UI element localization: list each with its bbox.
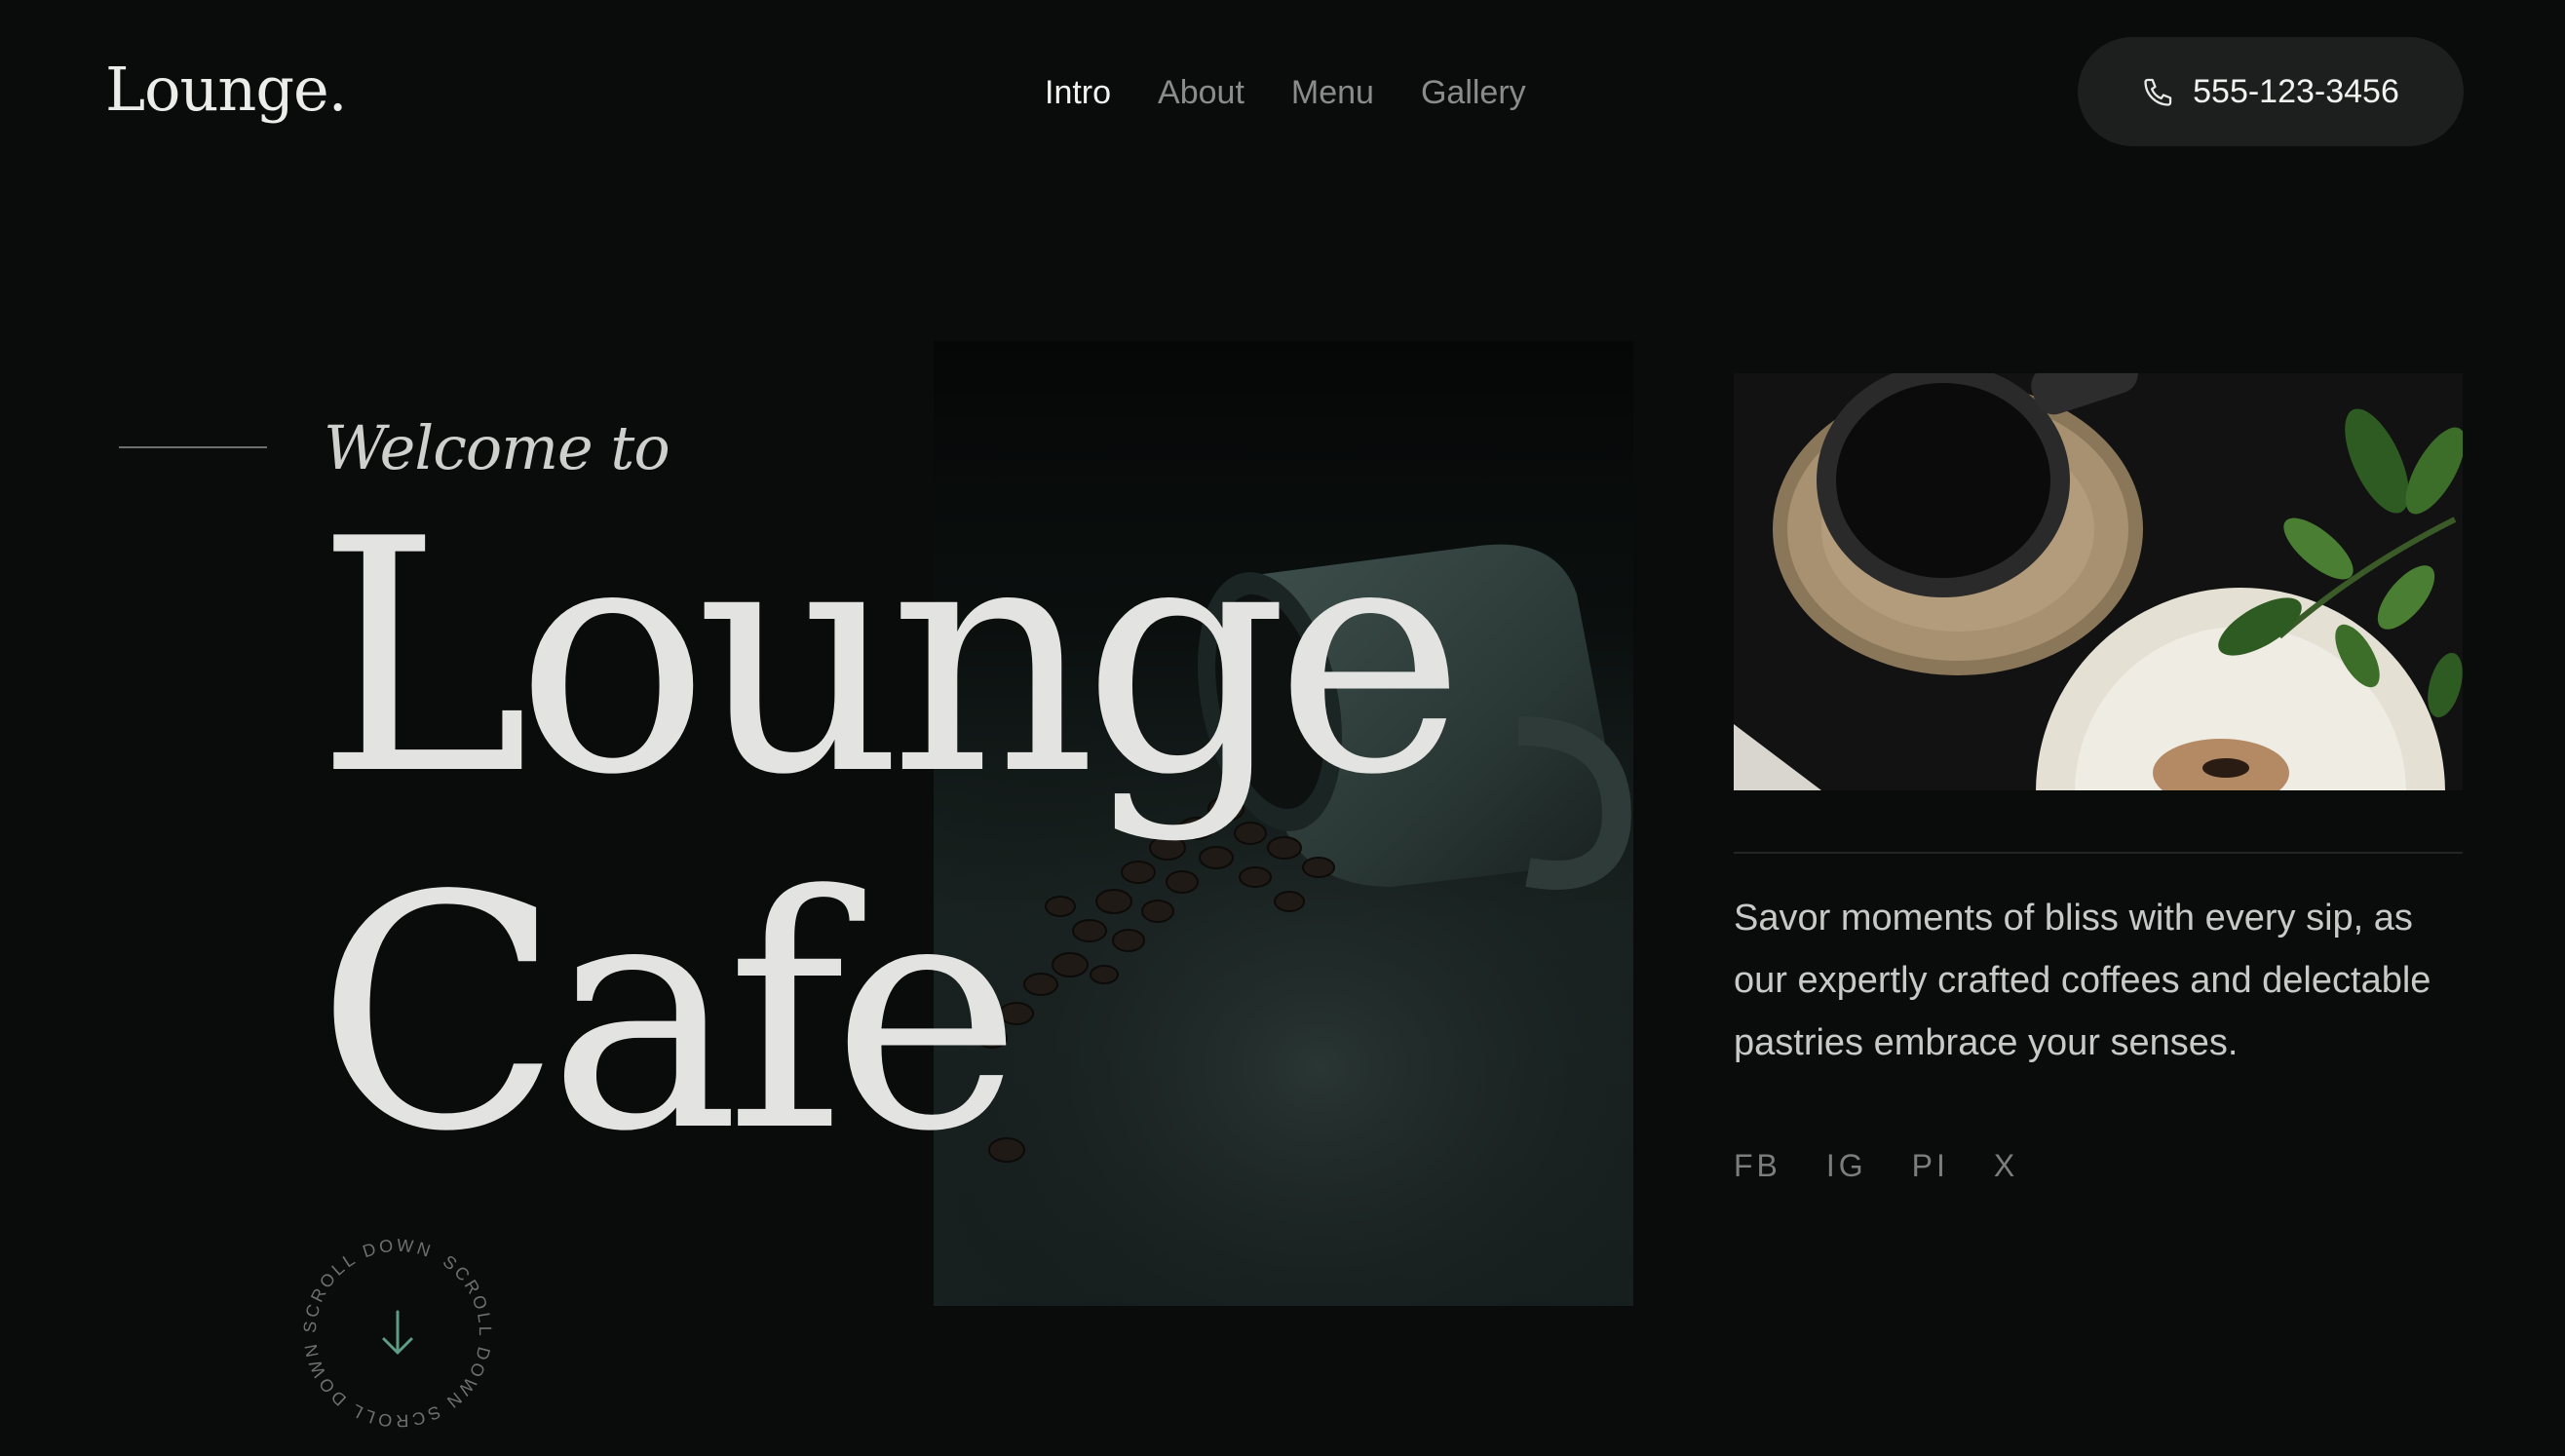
scroll-label-3: SCROLL DOWN — [300, 1340, 440, 1431]
arrow-down-icon — [382, 1310, 413, 1355]
tagline: Savor moments of bliss with every sip, a… — [1734, 898, 2431, 1063]
phone-icon — [2144, 78, 2172, 106]
social-link-instagram[interactable]: IG — [1826, 1148, 1867, 1184]
scroll-label-1: SCROLL DOWN — [300, 1236, 433, 1334]
scroll-down-badge: SCROLL DOWN SCROLL DOWN SCROLL DOWN — [300, 1236, 495, 1432]
scroll-down-button[interactable]: SCROLL DOWN SCROLL DOWN SCROLL DOWN — [300, 1236, 495, 1432]
scroll-down-ring-text-3: SCROLL DOWN — [300, 1340, 443, 1431]
scroll-label-2: SCROLL DOWN — [440, 1251, 492, 1413]
social-links: FB IG PI X — [1734, 1148, 2018, 1184]
nav-link-intro[interactable]: Intro — [1045, 68, 1111, 117]
phone-number: 555-123-3456 — [2193, 72, 2399, 110]
welcome-divider — [119, 446, 267, 448]
main-nav: Intro About Menu Gallery — [1045, 68, 1526, 117]
landing-page: Lounge. Intro About Menu Gallery 555-123… — [0, 0, 2565, 1456]
scroll-down-ring-text: SCROLL DOWN — [300, 1236, 436, 1333]
side-divider — [1734, 852, 2463, 854]
hero-title-line-1: Lounge — [316, 471, 1465, 845]
social-link-pinterest[interactable]: PI — [1912, 1148, 1949, 1184]
social-link-x[interactable]: X — [1994, 1148, 2018, 1184]
scroll-down-ring-text-2: SCROLL DOWN — [440, 1251, 495, 1413]
nav-link-menu[interactable]: Menu — [1291, 68, 1374, 117]
side-photo — [1734, 373, 2463, 790]
logo[interactable]: Lounge. — [105, 51, 347, 129]
hero-title-line-2: Cafe — [316, 827, 1022, 1202]
social-link-facebook[interactable]: FB — [1734, 1148, 1781, 1184]
coffee-pastry-illustration — [1734, 373, 2463, 790]
nav-link-about[interactable]: About — [1158, 68, 1244, 117]
phone-button[interactable]: 555-123-3456 — [2078, 37, 2464, 146]
nav-link-gallery[interactable]: Gallery — [1421, 68, 1526, 117]
hero-title: Lounge Cafe — [316, 471, 1465, 1202]
